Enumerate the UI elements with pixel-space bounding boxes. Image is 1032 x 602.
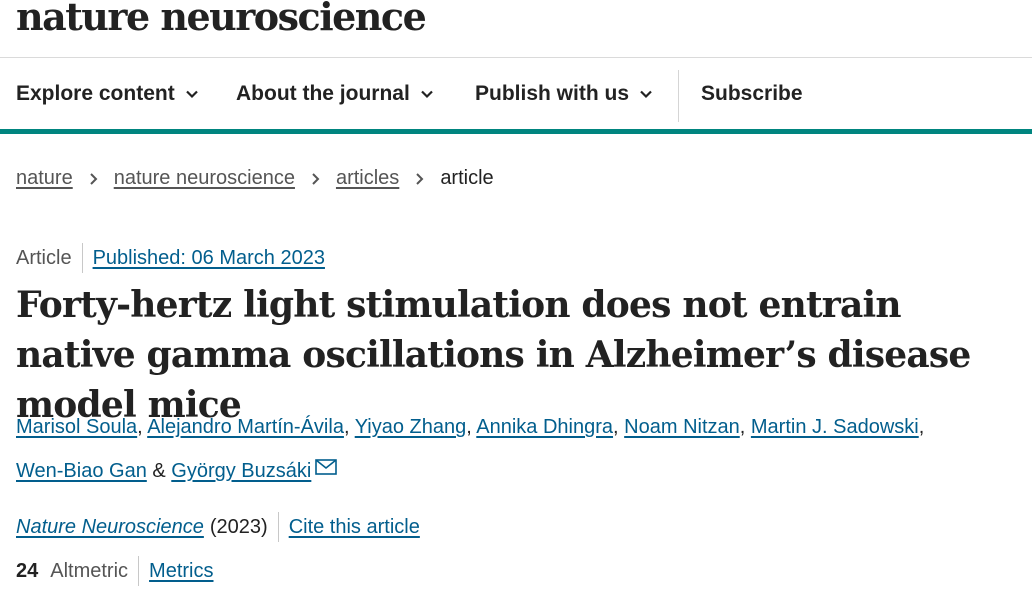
author-link[interactable]: Martin J. Sadowski: [751, 416, 919, 438]
author-link[interactable]: Marisol Soula: [16, 416, 137, 438]
author-link[interactable]: Annika Dhingra: [476, 416, 613, 438]
chevron-down-icon: [421, 90, 433, 99]
breadcrumb-nature[interactable]: nature: [16, 167, 73, 190]
chevron-right-icon: [90, 172, 98, 185]
nav-about-journal[interactable]: About the journal: [236, 82, 434, 106]
author-separator: ,: [343, 416, 350, 438]
author-separator: ,: [613, 416, 619, 438]
metrics-link[interactable]: Metrics: [149, 560, 213, 583]
altmetric-count: 24: [16, 559, 39, 582]
subscribe-link[interactable]: Subscribe: [701, 82, 803, 106]
article-meta: Article Published: 06 March 2023: [16, 243, 325, 273]
nav-item-label: Explore content: [16, 82, 175, 105]
metrics-divider: [138, 556, 140, 586]
site-header: nature neuroscience: [0, 0, 1032, 58]
author-list: Marisol Soula, Alejandro Martín-Ávila, Y…: [16, 405, 1016, 493]
mail-icon[interactable]: [315, 459, 338, 475]
meta-divider: [81, 243, 83, 273]
chevron-down-icon: [185, 90, 198, 99]
nav-item-label: About the journal: [236, 82, 410, 105]
breadcrumb-articles[interactable]: articles: [336, 167, 399, 190]
chevron-right-icon: [416, 172, 424, 185]
chevron-down-icon: [640, 90, 652, 99]
author-separator: ,: [466, 416, 472, 438]
publication-year: (2023): [209, 515, 268, 538]
author-link[interactable]: Wen-Biao Gan: [16, 460, 147, 482]
altmetric-label: Altmetric: [50, 559, 129, 582]
nav-item-label: Publish with us: [475, 82, 630, 105]
published-date-link[interactable]: Published: 06 March 2023: [93, 247, 325, 270]
author-link[interactable]: György Buzsáki: [171, 460, 311, 482]
author-separator: ,: [739, 416, 746, 438]
article-type: Article: [16, 246, 72, 269]
nav-publish-with-us[interactable]: Publish with us: [475, 82, 653, 106]
site-logo[interactable]: nature neuroscience: [16, 0, 427, 39]
metrics-line: 24 Altmetric Metrics: [16, 556, 214, 586]
chevron-right-icon: [312, 172, 320, 185]
author-link[interactable]: Alejandro Martín-Ávila: [147, 416, 344, 438]
author-ampersand: &: [152, 460, 166, 482]
citation-line: Nature Neuroscience (2023) Cite this art…: [16, 512, 420, 542]
citation-divider: [277, 512, 279, 542]
nav-divider: [678, 70, 679, 122]
cite-article-link[interactable]: Cite this article: [289, 516, 420, 539]
breadcrumb-current: article: [440, 167, 494, 189]
breadcrumb-nature-neuroscience[interactable]: nature neuroscience: [114, 167, 295, 190]
author-separator: ,: [137, 416, 143, 438]
journal-link[interactable]: Nature Neuroscience: [16, 516, 204, 539]
breadcrumb: nature nature neuroscience articles arti…: [16, 167, 494, 190]
nav-explore-content[interactable]: Explore content: [16, 82, 199, 106]
author-separator: ,: [918, 416, 925, 438]
main-nav: Explore content About the journal Publis…: [0, 58, 1032, 134]
author-link[interactable]: Noam Nitzan: [624, 416, 740, 438]
author-link[interactable]: Yiyao Zhang: [355, 416, 467, 438]
